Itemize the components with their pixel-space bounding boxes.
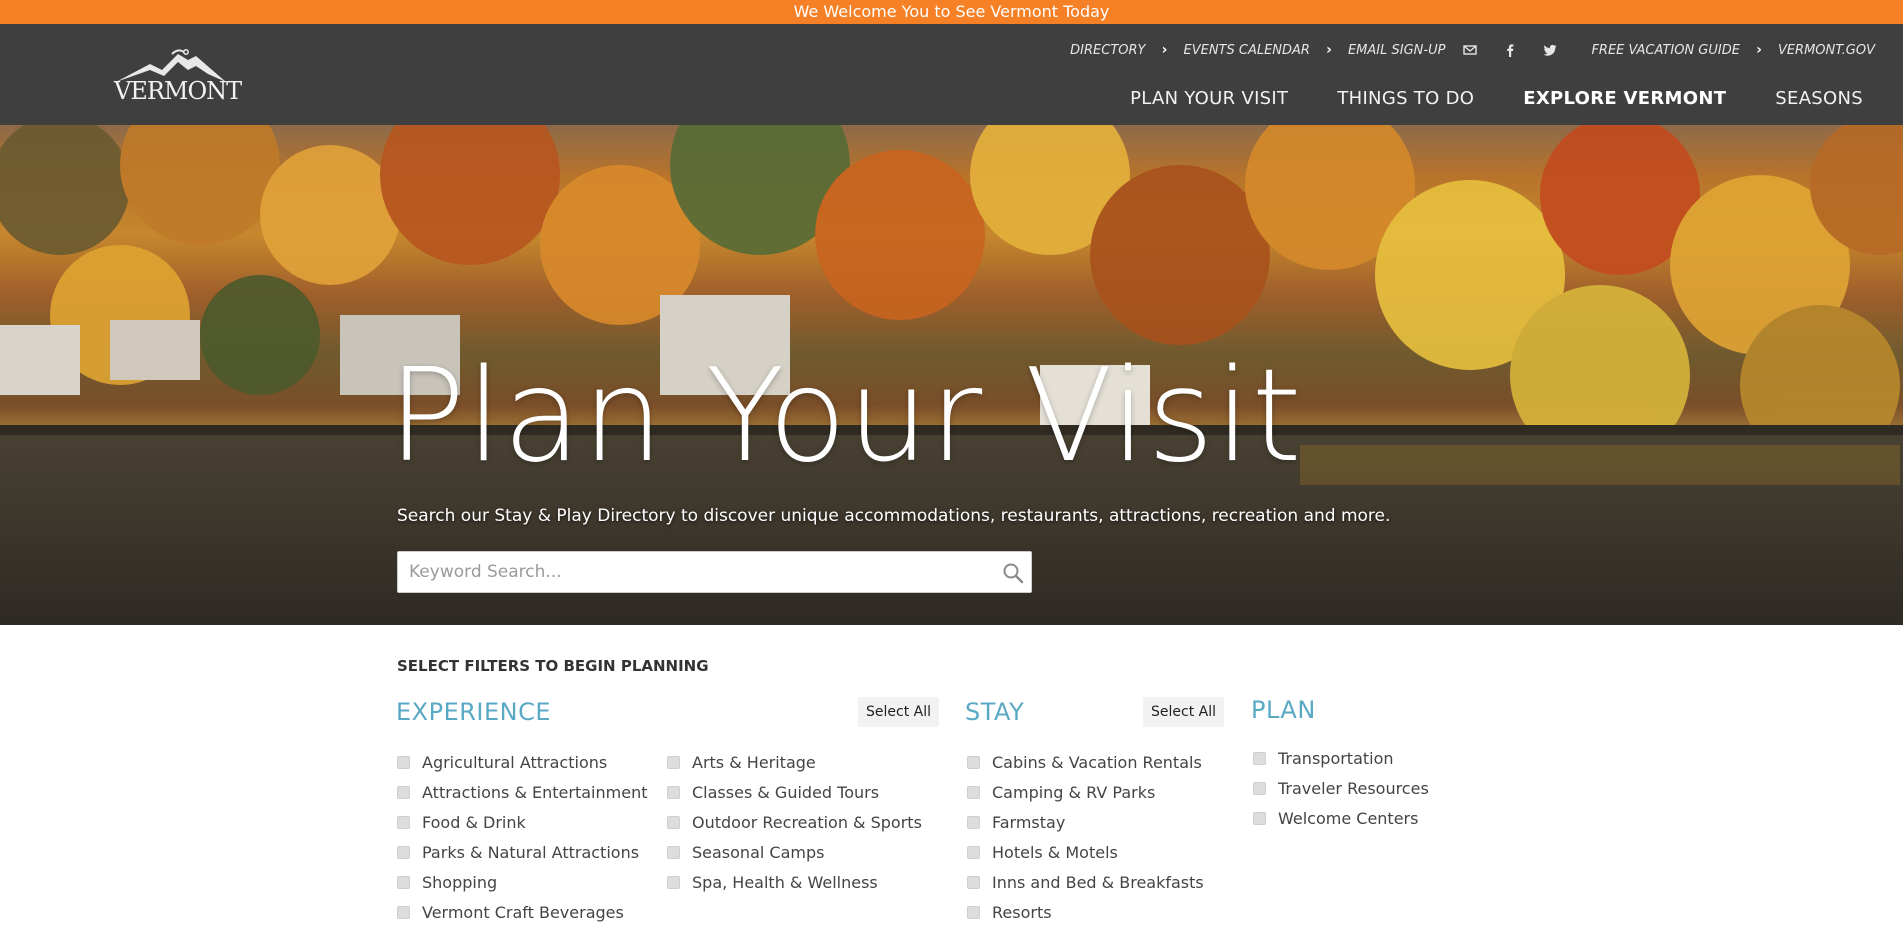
checkbox[interactable] [397, 845, 410, 859]
filter-parks-natural-attractions[interactable]: Parks & Natural Attractions [397, 837, 647, 867]
checkbox[interactable] [397, 905, 410, 919]
stay-list: Cabins & Vacation Rentals Camping & RV P… [967, 747, 1204, 927]
experience-list-col2: Arts & Heritage Classes & Guided Tours O… [667, 747, 922, 897]
checkbox[interactable] [1253, 751, 1266, 765]
filter-hotels-motels[interactable]: Hotels & Motels [967, 837, 1204, 867]
facebook-icon[interactable] [1503, 43, 1517, 57]
filter-welcome-centers[interactable]: Welcome Centers [1253, 803, 1429, 833]
vermont-logo[interactable]: VERMONT [112, 46, 242, 106]
filter-label: Food & Drink [422, 812, 526, 832]
plan-list: Transportation Traveler Resources Welcom… [1253, 743, 1429, 833]
events-calendar-link[interactable]: EVENTS CALENDAR [1184, 43, 1310, 58]
filter-label: Agricultural Attractions [422, 752, 608, 772]
filter-farmstay[interactable]: Farmstay [967, 807, 1204, 837]
filter-traveler-resources[interactable]: Traveler Resources [1253, 773, 1429, 803]
filter-label: Cabins & Vacation Rentals [992, 752, 1202, 772]
checkbox[interactable] [667, 815, 680, 829]
checkbox[interactable] [667, 875, 680, 889]
filter-resorts[interactable]: Resorts [967, 897, 1204, 927]
filter-label: Inns and Bed & Breakfasts [992, 872, 1204, 892]
hero-title: Plan Your Visit [388, 342, 1303, 491]
welcome-banner: We Welcome You to See Vermont Today [0, 0, 1903, 24]
checkbox[interactable] [667, 845, 680, 859]
filter-label: Farmstay [992, 812, 1066, 832]
main-nav: PLAN YOUR VISIT THINGS TO DO EXPLORE VER… [1130, 88, 1863, 109]
filter-spa-health-wellness[interactable]: Spa, Health & Wellness [667, 867, 922, 897]
filter-label: Transportation [1278, 748, 1394, 768]
chevron-right-icon: › [1161, 42, 1168, 58]
hero-subtitle: Search our Stay & Play Directory to disc… [397, 506, 1391, 526]
filter-shopping[interactable]: Shopping [397, 867, 647, 897]
experience-list-col1: Agricultural Attractions Attractions & E… [397, 747, 647, 927]
filter-classes-guided-tours[interactable]: Classes & Guided Tours [667, 777, 922, 807]
nav-plan-your-visit[interactable]: PLAN YOUR VISIT [1130, 88, 1288, 109]
plan-heading: PLAN [1251, 696, 1316, 724]
filter-label: Welcome Centers [1278, 808, 1419, 828]
checkbox[interactable] [967, 845, 980, 859]
twitter-icon[interactable] [1543, 43, 1557, 57]
filter-transportation[interactable]: Transportation [1253, 743, 1429, 773]
checkbox[interactable] [1253, 781, 1266, 795]
nav-seasons[interactable]: SEASONS [1775, 88, 1863, 109]
filter-label: Camping & RV Parks [992, 782, 1156, 802]
checkbox[interactable] [967, 755, 980, 769]
filter-label: Attractions & Entertainment [422, 782, 648, 802]
checkbox[interactable] [967, 785, 980, 799]
filter-label: Spa, Health & Wellness [692, 872, 878, 892]
checkbox[interactable] [397, 785, 410, 799]
chevron-right-icon: › [1756, 42, 1762, 58]
site-header: VERMONT DIRECTORY › EVENTS CALENDAR › EM… [0, 24, 1903, 125]
filters-title: SELECT FILTERS TO BEGIN PLANNING [397, 657, 709, 675]
utility-nav: DIRECTORY › EVENTS CALENDAR › EMAIL SIGN… [1070, 40, 1875, 60]
filter-label: Traveler Resources [1278, 778, 1429, 798]
stay-heading: STAY [965, 698, 1025, 726]
experience-heading: EXPERIENCE [396, 698, 552, 726]
filter-agricultural-attractions[interactable]: Agricultural Attractions [397, 747, 647, 777]
search-icon[interactable] [1001, 561, 1025, 585]
filter-label: Classes & Guided Tours [692, 782, 880, 802]
checkbox[interactable] [397, 755, 410, 769]
email-icon[interactable] [1463, 43, 1478, 57]
filter-camping-rv-parks[interactable]: Camping & RV Parks [967, 777, 1204, 807]
filter-vermont-craft-beverages[interactable]: Vermont Craft Beverages [397, 897, 647, 927]
filter-label: Parks & Natural Attractions [422, 842, 640, 862]
checkbox[interactable] [967, 875, 980, 889]
checkbox[interactable] [967, 905, 980, 919]
directory-link[interactable]: DIRECTORY [1070, 43, 1145, 58]
filter-food-drink[interactable]: Food & Drink [397, 807, 647, 837]
keyword-search-box [397, 551, 1032, 593]
filter-label: Hotels & Motels [992, 842, 1118, 862]
checkbox[interactable] [667, 755, 680, 769]
experience-select-all-button[interactable]: Select All [858, 697, 939, 727]
filter-arts-heritage[interactable]: Arts & Heritage [667, 747, 922, 777]
filter-label: Resorts [992, 902, 1052, 922]
chevron-right-icon: › [1326, 42, 1332, 58]
filter-label: Arts & Heritage [692, 752, 816, 772]
checkbox[interactable] [967, 815, 980, 829]
logo-wordmark: VERMONT [114, 77, 242, 105]
nav-explore-vermont[interactable]: EXPLORE VERMONT [1523, 88, 1726, 109]
stay-select-all-button[interactable]: Select All [1143, 697, 1224, 727]
filter-label: Outdoor Recreation & Sports [692, 812, 922, 832]
filter-label: Shopping [422, 872, 498, 892]
filter-seasonal-camps[interactable]: Seasonal Camps [667, 837, 922, 867]
checkbox[interactable] [667, 785, 680, 799]
filter-attractions-entertainment[interactable]: Attractions & Entertainment [397, 777, 647, 807]
checkbox[interactable] [397, 815, 410, 829]
filter-cabins-vacation-rentals[interactable]: Cabins & Vacation Rentals [967, 747, 1204, 777]
vermont-gov-link[interactable]: VERMONT.GOV [1778, 43, 1875, 58]
hero-section: Plan Your Visit Search our Stay & Play D… [0, 125, 1903, 625]
keyword-search-input[interactable] [398, 552, 988, 592]
checkbox[interactable] [1253, 811, 1266, 825]
filter-inns-bed-breakfasts[interactable]: Inns and Bed & Breakfasts [967, 867, 1204, 897]
filter-outdoor-recreation-sports[interactable]: Outdoor Recreation & Sports [667, 807, 922, 837]
filter-label: Vermont Craft Beverages [422, 902, 624, 922]
free-vacation-guide-link[interactable]: FREE VACATION GUIDE [1591, 43, 1740, 58]
email-signup-link[interactable]: EMAIL SIGN-UP [1348, 43, 1445, 58]
checkbox[interactable] [397, 875, 410, 889]
nav-things-to-do[interactable]: THINGS TO DO [1337, 88, 1474, 109]
filter-label: Seasonal Camps [692, 842, 825, 862]
